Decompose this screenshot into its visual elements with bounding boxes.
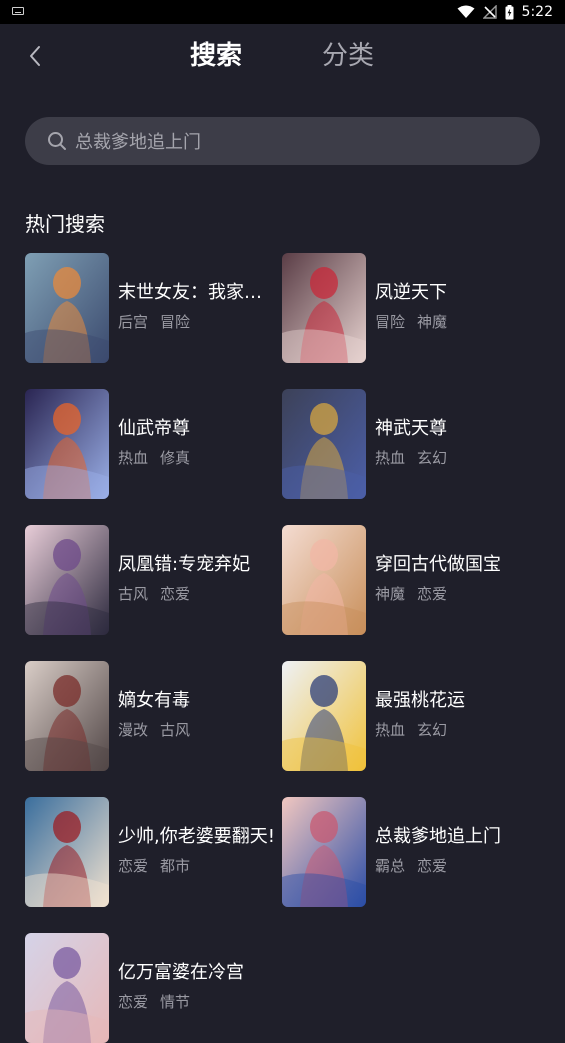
search-icon [48, 132, 66, 150]
wifi-icon [457, 5, 475, 18]
comic-tag: 都市 [160, 857, 191, 875]
comic-cover [25, 797, 109, 907]
comic-item[interactable]: 总裁爹地追上门 霸总 恋爱 [282, 797, 532, 907]
comic-title: 亿万富婆在冷宫 [118, 962, 244, 983]
comic-cover [25, 661, 109, 771]
comic-tags: 冒险 神魔 [375, 312, 459, 332]
comic-tags: 漫改 古风 [118, 720, 202, 740]
comic-item[interactable]: 穿回古代做国宝 神魔 恋爱 [282, 525, 532, 635]
comic-title: 神武天尊 [375, 418, 447, 439]
comic-tag: 古风 [118, 585, 149, 603]
comic-tag: 修真 [160, 449, 191, 467]
comic-tags: 古风 恋爱 [118, 584, 202, 604]
comic-tag: 热血 [375, 449, 406, 467]
comic-tag: 神魔 [417, 313, 448, 331]
comic-item[interactable]: 最强桃花运热血 玄幻 [282, 661, 532, 771]
comic-item[interactable]: 亿万富婆在冷宫 恋爱 情节 [25, 933, 275, 1043]
comic-tag: 情节 [160, 993, 191, 1011]
comic-tags: 热血 玄幻 [375, 720, 459, 740]
comic-cover [282, 389, 366, 499]
comic-tag: 神魔 [375, 585, 406, 603]
comic-tag: 玄幻 [417, 721, 448, 739]
comic-item[interactable]: 少帅,你老婆要翻天! 恋爱 都市 [25, 797, 275, 907]
comic-tags: 恋爱 都市 [118, 856, 202, 876]
keyboard-icon [12, 7, 24, 15]
comic-tag: 恋爱 [160, 585, 191, 603]
comic-cover [25, 933, 109, 1043]
comic-item[interactable]: 神武天尊热血 玄幻 [282, 389, 532, 499]
comic-tag: 冒险 [375, 313, 406, 331]
comic-tag: 恋爱 [118, 993, 149, 1011]
comic-cover [25, 253, 109, 363]
comic-title: 少帅,你老婆要翻天! [118, 826, 275, 847]
comic-tag: 漫改 [118, 721, 149, 739]
comic-title: 末世女友：我家后… [118, 282, 278, 303]
no-signal-icon [482, 5, 497, 19]
comic-tag: 恋爱 [417, 857, 448, 875]
search-placeholder: 总裁爹地追上门 [75, 132, 201, 153]
status-time: 5:22 [521, 4, 553, 20]
comic-title: 凤逆天下 [375, 282, 447, 303]
comic-tag: 恋爱 [417, 585, 448, 603]
comic-tags: 神魔 恋爱 [375, 584, 459, 604]
comic-tag: 热血 [118, 449, 149, 467]
comic-title: 最强桃花运 [375, 690, 465, 711]
battery-icon [505, 4, 514, 19]
comic-tags: 霸总 恋爱 [375, 856, 459, 876]
comic-title: 凤凰错:专宠弃妃 [118, 554, 251, 575]
comic-title: 仙武帝尊 [118, 418, 190, 439]
comic-tag: 恋爱 [118, 857, 149, 875]
comic-tags: 恋爱 情节 [118, 992, 202, 1012]
back-button[interactable] [24, 44, 48, 68]
search-input[interactable]: 总裁爹地追上门 [25, 117, 540, 165]
comic-item[interactable]: 凤凰错:专宠弃妃 古风 恋爱 [25, 525, 275, 635]
comic-tag: 热血 [375, 721, 406, 739]
comic-cover [25, 389, 109, 499]
header: 搜索 分类 [0, 24, 565, 90]
comic-tag: 玄幻 [417, 449, 448, 467]
comic-cover [282, 797, 366, 907]
comic-cover [282, 525, 366, 635]
comic-title: 穿回古代做国宝 [375, 554, 501, 575]
comic-tag: 冒险 [160, 313, 191, 331]
chevron-left-icon [30, 46, 40, 66]
comic-tag: 后宫 [118, 313, 149, 331]
comic-title: 总裁爹地追上门 [375, 826, 501, 847]
comic-item[interactable]: 嫡女有毒漫改 古风 [25, 661, 275, 771]
tab-category[interactable]: 分类 [322, 39, 374, 73]
comic-tag: 霸总 [375, 857, 406, 875]
comic-item[interactable]: 仙武帝尊热血 修真 [25, 389, 275, 499]
comic-tags: 热血 修真 [118, 448, 202, 468]
section-title: 热门搜索 [25, 212, 105, 236]
comic-item[interactable]: 凤逆天下冒险 神魔 [282, 253, 532, 363]
comic-cover [25, 525, 109, 635]
comic-cover [282, 661, 366, 771]
comic-item[interactable]: 末世女友：我家后… 后宫 冒险 [25, 253, 278, 363]
status-bar: 5:22 [0, 0, 565, 24]
comic-tags: 热血 玄幻 [375, 448, 459, 468]
comic-cover [282, 253, 366, 363]
tab-search[interactable]: 搜索 [190, 39, 242, 73]
comic-tags: 后宫 冒险 [118, 312, 202, 332]
comic-tag: 古风 [160, 721, 191, 739]
comic-title: 嫡女有毒 [118, 690, 190, 711]
